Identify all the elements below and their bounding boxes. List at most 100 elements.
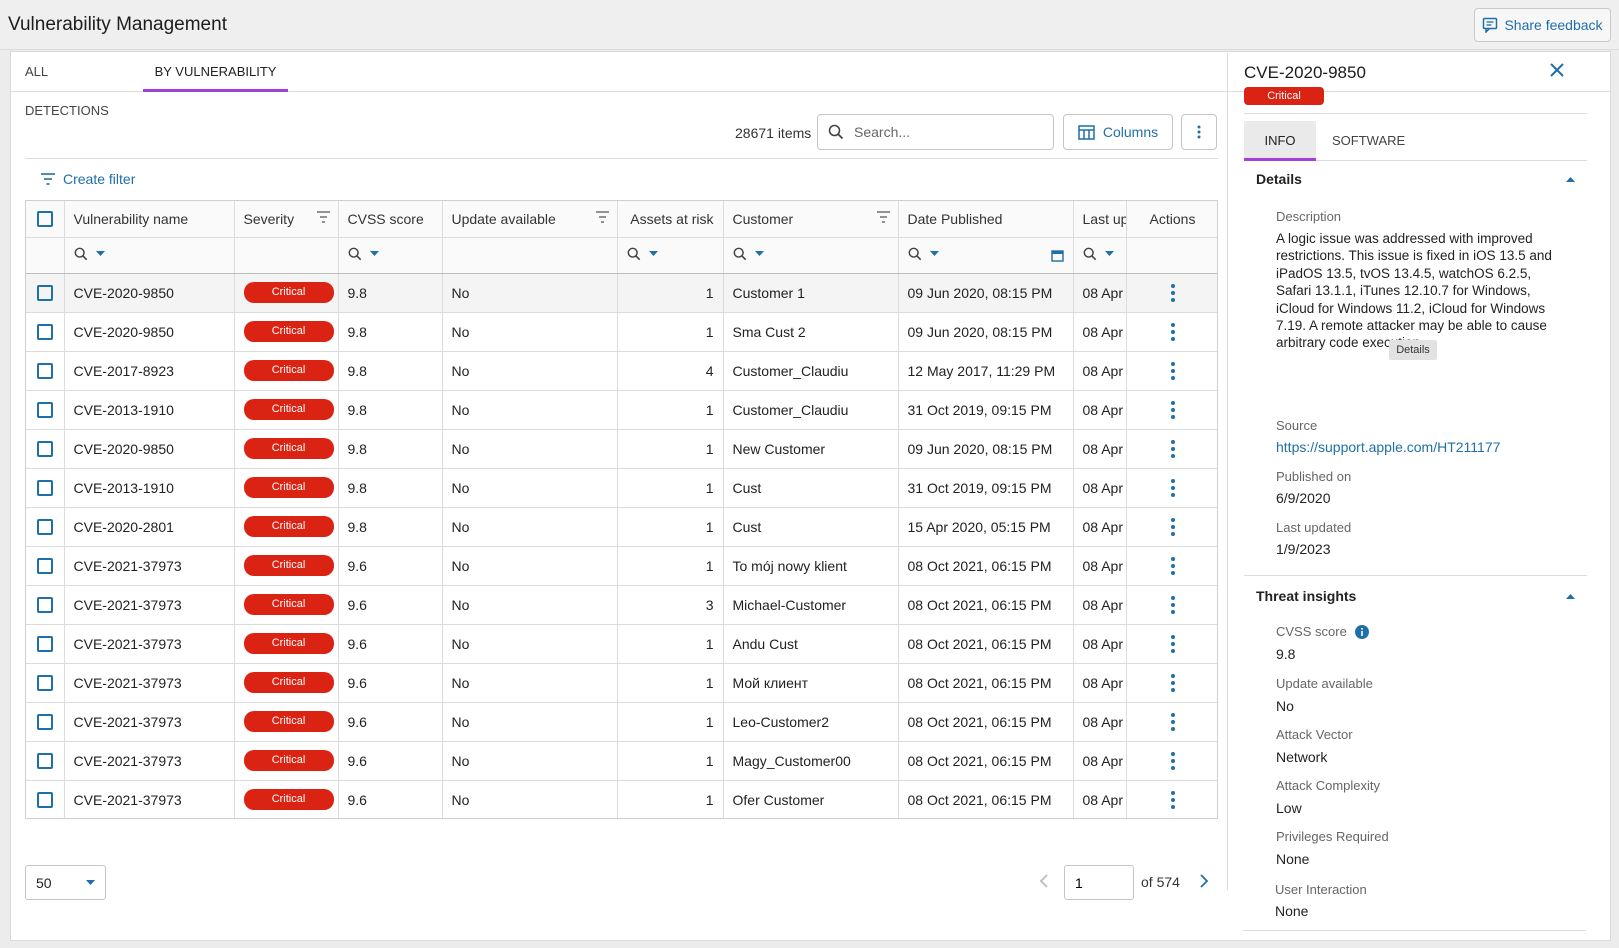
source-link[interactable]: https://support.apple.com/HT211177 bbox=[1276, 439, 1500, 455]
page-size-value: 50 bbox=[36, 874, 52, 891]
more-options-button[interactable] bbox=[1181, 114, 1217, 150]
table-row[interactable]: CVE-2021-37973 Critical 9.6 No 1 Andu Cust 08 … bbox=[26, 624, 1217, 664]
row-checkbox[interactable] bbox=[37, 519, 53, 536]
filter-search-date[interactable] bbox=[908, 247, 939, 261]
column-filter-icon[interactable] bbox=[876, 211, 890, 223]
col-header-customer[interactable]: Customer bbox=[723, 201, 899, 238]
tab-info[interactable]: INFO bbox=[1244, 121, 1316, 161]
table-row[interactable]: CVE-2013-1910 Critical 9.8 No 1 Customer_Clau… bbox=[26, 390, 1217, 430]
filter-search-assets[interactable] bbox=[627, 247, 658, 261]
col-header-name[interactable]: Vulnerability name bbox=[64, 201, 235, 238]
filter-search-name[interactable] bbox=[74, 247, 105, 261]
row-actions-menu-icon[interactable] bbox=[1136, 478, 1210, 497]
cell-update: No bbox=[442, 624, 618, 664]
col-header-update[interactable]: Update available bbox=[442, 201, 618, 238]
cell-date: 08 Oct 2021, 06:15 PM bbox=[898, 702, 1074, 742]
calendar-icon[interactable] bbox=[1050, 249, 1064, 262]
row-actions-menu-icon[interactable] bbox=[1136, 634, 1210, 653]
table-row[interactable]: CVE-2021-37973 Critical 9.6 No 1 Ofer Custome… bbox=[26, 780, 1217, 818]
row-checkbox[interactable] bbox=[37, 636, 53, 653]
table-row[interactable]: CVE-2021-37973 Critical 9.6 No 3 Michael-Cust… bbox=[26, 585, 1217, 625]
row-checkbox[interactable] bbox=[37, 675, 53, 692]
search-box[interactable] bbox=[817, 114, 1054, 150]
cell-severity: Critical bbox=[234, 585, 339, 625]
row-actions-menu-icon[interactable] bbox=[1136, 790, 1210, 809]
severity-badge: Critical bbox=[243, 555, 334, 576]
col-header-severity[interactable]: Severity bbox=[234, 201, 339, 238]
table-row[interactable]: CVE-2021-37973 Critical 9.6 No 1 Magy_Custome… bbox=[26, 741, 1217, 781]
table-row[interactable]: CVE-2021-37973 Critical 9.6 No 1 Мой клиент 08… bbox=[26, 663, 1217, 703]
table-row[interactable]: CVE-2013-1910 Critical 9.8 No 1 Cust 31 Oct 20… bbox=[26, 468, 1217, 508]
row-checkbox[interactable] bbox=[37, 441, 53, 458]
row-checkbox[interactable] bbox=[37, 714, 53, 731]
row-actions-menu-icon[interactable] bbox=[1136, 361, 1210, 380]
row-checkbox[interactable] bbox=[37, 285, 53, 302]
prev-page-chevron-icon[interactable] bbox=[1039, 873, 1049, 889]
cell-date: 08 Oct 2021, 06:15 PM bbox=[898, 663, 1074, 703]
filter-search-customer[interactable] bbox=[733, 247, 764, 261]
create-filter-button[interactable]: Create filter bbox=[41, 168, 135, 190]
column-filter-icon[interactable] bbox=[316, 211, 330, 223]
source-url[interactable]: https://support.apple.com/HT211177 bbox=[1276, 439, 1500, 455]
row-actions-menu-icon[interactable] bbox=[1136, 439, 1210, 458]
row-actions-menu-icon[interactable] bbox=[1136, 517, 1210, 536]
tab-by-vulnerability[interactable]: BY VULNERABILITY bbox=[143, 52, 288, 92]
col-header-assets[interactable]: Assets at risk bbox=[617, 201, 724, 238]
search-input[interactable] bbox=[854, 124, 1034, 140]
col-header-cvss[interactable]: CVSS score bbox=[338, 201, 443, 238]
col-header-date[interactable]: Date Published bbox=[898, 201, 1074, 238]
info-icon[interactable] bbox=[1354, 624, 1369, 639]
row-checkbox-cell bbox=[26, 468, 65, 508]
next-page-chevron-icon[interactable] bbox=[1199, 873, 1209, 889]
close-icon[interactable] bbox=[1550, 63, 1564, 77]
table-row[interactable]: CVE-2017-8923 Critical 9.8 No 4 Customer_Clau… bbox=[26, 351, 1217, 391]
col-header-lastup[interactable]: Last up bbox=[1073, 201, 1127, 238]
filter-search-cvss[interactable] bbox=[348, 247, 379, 261]
row-actions-menu-icon[interactable] bbox=[1136, 322, 1210, 341]
row-actions-menu-icon[interactable] bbox=[1136, 712, 1210, 731]
row-actions-menu-icon[interactable] bbox=[1136, 751, 1210, 770]
cell-severity: Critical bbox=[234, 546, 339, 586]
share-feedback-button[interactable]: Share feedback bbox=[1474, 8, 1611, 42]
row-actions-menu-icon[interactable] bbox=[1136, 673, 1210, 692]
row-checkbox[interactable] bbox=[37, 597, 53, 614]
cell-cvss: 9.6 bbox=[338, 624, 443, 664]
table-row[interactable]: CVE-2020-9850 Critical 9.8 No 1 New Customer 0… bbox=[26, 429, 1217, 469]
cell-customer: Cust bbox=[723, 468, 899, 508]
row-checkbox-cell bbox=[26, 585, 65, 625]
page-number-input[interactable] bbox=[1064, 865, 1134, 900]
interaction-label: User Interaction bbox=[1275, 882, 1367, 897]
table-row[interactable]: CVE-2020-2801 Critical 9.8 No 1 Cust 15 Apr 20… bbox=[26, 507, 1217, 547]
row-checkbox[interactable] bbox=[37, 363, 53, 380]
threat-section-header[interactable]: Threat insights bbox=[1244, 580, 1587, 612]
select-all-checkbox[interactable] bbox=[37, 211, 53, 228]
tab-software[interactable]: SOFTWARE bbox=[1332, 121, 1405, 161]
row-checkbox[interactable] bbox=[37, 792, 53, 809]
column-filter-icon[interactable] bbox=[595, 211, 609, 223]
row-checkbox[interactable] bbox=[37, 480, 53, 497]
table-row[interactable]: CVE-2021-37973 Critical 9.6 No 1 To mój nowy … bbox=[26, 546, 1217, 586]
tab-all-detections[interactable]: ALL DETECTIONS bbox=[25, 52, 135, 118]
row-actions-menu-icon[interactable] bbox=[1136, 283, 1210, 302]
cell-date: 31 Oct 2019, 09:15 PM bbox=[898, 390, 1074, 430]
row-checkbox[interactable] bbox=[37, 753, 53, 770]
page-size-select[interactable]: 50 bbox=[25, 865, 106, 900]
row-checkbox-cell bbox=[26, 429, 65, 469]
cell-assets: 1 bbox=[617, 741, 724, 781]
row-actions-menu-icon[interactable] bbox=[1136, 400, 1210, 419]
row-checkbox[interactable] bbox=[37, 402, 53, 419]
filter-search-lastup[interactable] bbox=[1083, 247, 1114, 261]
cell-cvss: 9.6 bbox=[338, 741, 443, 781]
row-checkbox[interactable] bbox=[37, 558, 53, 575]
table-row[interactable]: CVE-2020-9850 Critical 9.8 No 1 Sma Cust 2 09 … bbox=[26, 312, 1217, 352]
caret-down-icon bbox=[1104, 251, 1114, 256]
row-actions-menu-icon[interactable] bbox=[1136, 595, 1210, 614]
row-actions-menu-icon[interactable] bbox=[1136, 556, 1210, 575]
details-section-header[interactable]: Details bbox=[1244, 163, 1587, 195]
row-checkbox[interactable] bbox=[37, 324, 53, 341]
table-row[interactable]: CVE-2020-9850 Critical 9.8 No 1 Customer 1 09 … bbox=[26, 273, 1217, 313]
table-row[interactable]: CVE-2021-37973 Critical 9.6 No 1 Leo-Customer… bbox=[26, 702, 1217, 742]
cell-name: CVE-2021-37973 bbox=[64, 663, 235, 703]
columns-button[interactable]: Columns bbox=[1063, 114, 1173, 150]
vector-label: Attack Vector bbox=[1276, 727, 1353, 742]
